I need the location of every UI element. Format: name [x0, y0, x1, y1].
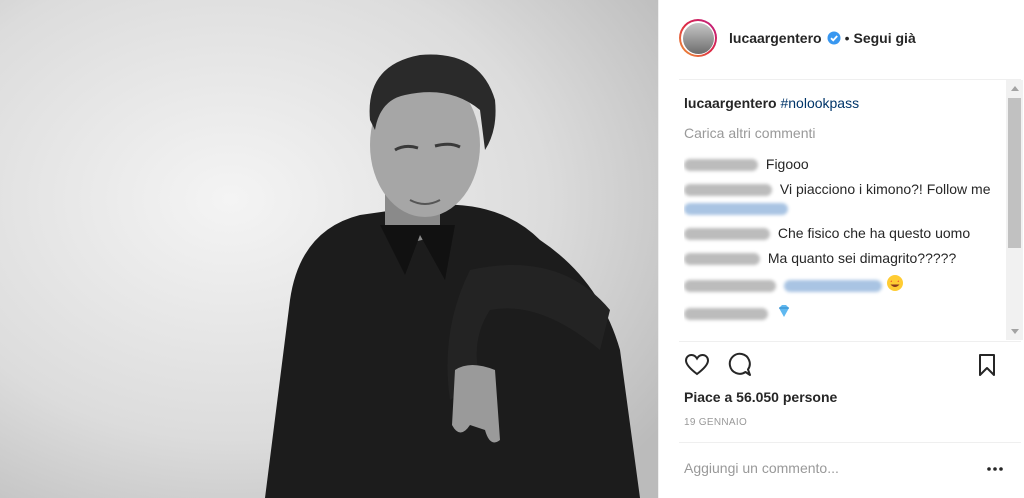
comment-icon[interactable]: [726, 352, 752, 378]
comment-username-blurred[interactable]: [684, 279, 776, 292]
comment-text: Figooo: [762, 156, 809, 172]
comment-item: Ma quanto sei dimagrito?????: [684, 249, 1002, 268]
avatar[interactable]: [679, 19, 717, 57]
comment-username-blurred[interactable]: [684, 307, 768, 320]
comment-username-blurred[interactable]: [684, 228, 770, 241]
post-date: 19 GENNAIO: [684, 417, 748, 428]
comment-mention-blurred[interactable]: [783, 279, 882, 292]
more-options-icon[interactable]: [985, 462, 1005, 474]
add-comment-input[interactable]: Aggiungi un commento...: [684, 460, 839, 476]
comment-username-blurred[interactable]: [684, 159, 758, 172]
comment-username-blurred[interactable]: [684, 184, 772, 197]
post-header: lucaargentero • Segui già: [679, 12, 916, 64]
comment-mention-blurred[interactable]: [684, 203, 788, 216]
load-more-comments-button[interactable]: Carica altri commenti: [684, 124, 1002, 143]
post-actions: [684, 352, 1004, 378]
post-username[interactable]: lucaargentero: [729, 30, 822, 46]
scroll-down-arrow-icon[interactable]: [1006, 324, 1023, 340]
comments-list: lucaargentero #nolookpass Carica altri c…: [684, 94, 1002, 338]
heart-icon[interactable]: [684, 352, 710, 378]
caption-hashtag[interactable]: #nolookpass: [780, 95, 859, 111]
scroll-up-arrow-icon[interactable]: [1006, 80, 1023, 96]
caption-username[interactable]: lucaargentero: [684, 95, 777, 111]
comment-item: Vi piacciono i kimono?! Follow me: [684, 180, 1002, 218]
follow-status-button[interactable]: Segui già: [854, 30, 916, 46]
comment-text: Che fisico che ha questo uomo: [774, 225, 971, 241]
scrollbar-thumb[interactable]: [1008, 98, 1021, 248]
comment-item: Che fisico che ha questo uomo: [684, 224, 1002, 243]
comment-item: Figooo: [684, 155, 1002, 174]
gem-emoji: [776, 303, 792, 324]
comment-item: [684, 303, 1002, 324]
bookmark-icon[interactable]: [974, 352, 1000, 378]
comment-username-blurred[interactable]: [684, 253, 760, 266]
comment-text: Vi piacciono i kimono?! Follow me: [776, 181, 991, 197]
comment-text: Ma quanto sei dimagrito?????: [764, 250, 957, 266]
post-photo[interactable]: [0, 0, 658, 498]
add-comment-divider: [679, 442, 1021, 443]
comments-scrollbar[interactable]: [1006, 80, 1023, 340]
separator-dot: •: [844, 30, 850, 46]
likes-count[interactable]: Piace a 56.050 persone: [684, 389, 837, 405]
man-portrait-image: [0, 0, 658, 498]
grinning-star-eyes-emoji: [886, 274, 904, 297]
actions-divider: [679, 341, 1021, 342]
comment-item: [684, 274, 1002, 297]
verified-badge-icon: [827, 31, 841, 45]
caption: lucaargentero #nolookpass: [684, 94, 1002, 113]
header-divider: [679, 79, 1021, 80]
